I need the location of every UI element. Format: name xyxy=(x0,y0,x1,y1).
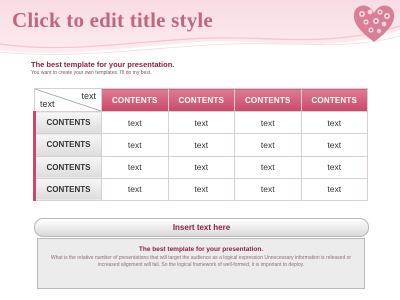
table-row: CONTENTS text text text text xyxy=(33,110,368,135)
contents-table: text text CONTENTS CONTENTS CONTENTS CON… xyxy=(33,88,368,202)
column-header[interactable]: CONTENTS xyxy=(167,88,235,112)
row-label[interactable]: CONTENTS xyxy=(33,110,102,135)
table-cell[interactable]: text xyxy=(234,155,302,179)
table-row: CONTENTS text text text text xyxy=(33,155,368,179)
info-box[interactable]: The best template for your presentation.… xyxy=(37,238,365,289)
table-cell[interactable]: text xyxy=(167,133,235,157)
table-cell[interactable]: text xyxy=(167,177,235,202)
insert-text-bar[interactable]: Insert text here xyxy=(34,218,369,237)
row-label[interactable]: CONTENTS xyxy=(33,155,102,179)
table-cell[interactable]: text xyxy=(167,110,235,135)
subtitle[interactable]: The best template for your presentation. xyxy=(31,60,174,69)
subtitle-note[interactable]: You want to create your own templates. I… xyxy=(31,70,152,76)
table-cell[interactable]: text xyxy=(101,110,169,135)
floral-heart-icon xyxy=(353,5,395,42)
table-row: CONTENTS text text text text xyxy=(33,133,368,157)
column-header[interactable]: CONTENTS xyxy=(234,88,302,112)
table-cell[interactable]: text xyxy=(101,177,169,202)
column-header[interactable]: CONTENTS xyxy=(300,88,368,112)
table-cell[interactable]: text xyxy=(101,155,169,179)
table-row: CONTENTS text text text text xyxy=(33,177,368,202)
table-cell[interactable]: text xyxy=(300,133,368,157)
table-cell[interactable]: text xyxy=(234,110,302,135)
row-label[interactable]: CONTENTS xyxy=(33,177,102,202)
corner-bottom-label: text xyxy=(40,99,55,109)
table-cell[interactable]: text xyxy=(234,177,302,202)
info-body: What is the relative number of presentat… xyxy=(50,255,352,268)
table-cell[interactable]: text xyxy=(300,155,368,179)
table-cell[interactable]: text xyxy=(234,133,302,157)
table-cell[interactable]: text xyxy=(300,110,368,135)
row-label[interactable]: CONTENTS xyxy=(33,133,102,157)
table-cell[interactable]: text xyxy=(300,177,368,202)
table-corner-cell[interactable]: text text xyxy=(34,88,102,112)
info-title: The best template for your presentation. xyxy=(138,246,264,253)
table-cell[interactable]: text xyxy=(101,133,169,157)
corner-top-label: text xyxy=(81,91,96,101)
column-header[interactable]: CONTENTS xyxy=(101,88,169,112)
slide-title[interactable]: Click to edit title style xyxy=(12,8,213,33)
table-cell[interactable]: text xyxy=(167,155,235,179)
